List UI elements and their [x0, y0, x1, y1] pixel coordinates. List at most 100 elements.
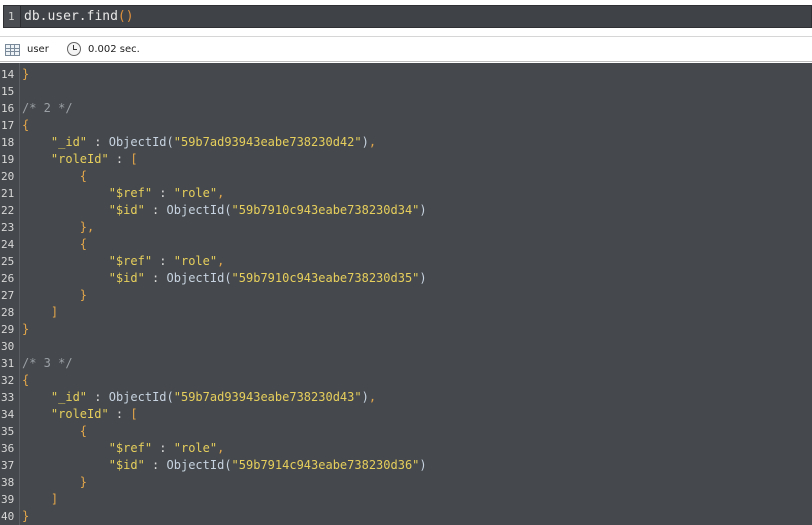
code-token: ObjectId(	[108, 135, 174, 149]
code-token: :	[108, 152, 131, 166]
line-number: 25	[1, 255, 15, 268]
code-text: ]	[22, 491, 58, 508]
code-line: 33 "_id" : ObjectId("59b7ad93943eabe7382…	[0, 389, 812, 406]
code-line: 29}	[0, 321, 812, 338]
line-number: 20	[1, 170, 15, 183]
line-number: 27	[1, 289, 15, 302]
code-token: :	[152, 254, 174, 268]
code-token: )	[361, 390, 369, 404]
query-command: db.user.find	[24, 9, 118, 24]
code-token: }	[79, 288, 88, 302]
code-line: 19 "roleId" : [	[0, 151, 812, 168]
code-line: 22 "$id" : ObjectId("59b7910c943eabe7382…	[0, 202, 812, 219]
line-number: 28	[1, 306, 15, 319]
code-token: )	[419, 271, 427, 285]
code-token: {	[79, 237, 88, 251]
code-token: :	[144, 271, 167, 285]
code-text: }	[22, 287, 87, 304]
line-number: 30	[1, 340, 15, 353]
table-icon[interactable]	[5, 44, 20, 56]
elapsed-time: 0.002 sec.	[88, 44, 140, 55]
code-line: 38 }	[0, 474, 812, 491]
line-number: 37	[1, 459, 15, 472]
code-token: }	[22, 322, 30, 336]
code-token: },	[79, 220, 95, 234]
code-line: 15	[0, 83, 812, 100]
code-token: "$ref"	[108, 254, 153, 268]
code-token: {	[22, 373, 30, 387]
code-line: 17 {	[0, 117, 812, 134]
line-number: 24	[1, 238, 15, 251]
code-token: /* 2 */	[22, 101, 73, 115]
code-text: "$id" : ObjectId("59b7914c943eabe738230d…	[22, 457, 427, 474]
code-token: )	[361, 135, 369, 149]
line-number: 40	[1, 510, 15, 523]
code-token: ObjectId(	[166, 271, 232, 285]
code-line: 23 },	[0, 219, 812, 236]
code-token: "$id"	[108, 203, 145, 217]
line-number: 39	[1, 493, 15, 506]
code-text: "_id" : ObjectId("59b7ad93943eabe738230d…	[22, 389, 376, 406]
code-line: 34 "roleId" : [	[0, 406, 812, 423]
code-token: ]	[50, 305, 59, 319]
line-number: 33	[1, 391, 15, 404]
line-number: 15	[1, 85, 15, 98]
line-number: 38	[1, 476, 15, 489]
code-text: }	[22, 321, 29, 338]
code-token: }	[79, 475, 88, 489]
code-token: ,	[217, 441, 225, 455]
code-line: 40}	[0, 508, 812, 525]
line-number: 14	[1, 68, 15, 81]
result-toolbar: user 0.002 sec.	[0, 36, 812, 62]
code-token: :	[144, 203, 167, 217]
code-token: "_id"	[50, 135, 88, 149]
code-token: "59b7ad93943eabe738230d42"	[173, 135, 362, 149]
query-parens: ()	[117, 9, 134, 24]
code-line: 26 "$id" : ObjectId("59b7910c943eabe7382…	[0, 270, 812, 287]
code-token: "59b7914c943eabe738230d36"	[231, 458, 420, 472]
line-number: 19	[1, 153, 15, 166]
line-number: 21	[1, 187, 15, 200]
code-text: {	[22, 117, 29, 134]
line-number: 23	[1, 221, 15, 234]
code-token: ObjectId(	[166, 203, 232, 217]
code-token: :	[144, 458, 167, 472]
code-line: 36 "$ref" : "role",	[0, 440, 812, 457]
code-token: "59b7910c943eabe738230d35"	[231, 271, 420, 285]
line-number: 35	[1, 425, 15, 438]
code-line: 35 {	[0, 423, 812, 440]
code-text: }	[22, 66, 29, 83]
code-token: ,	[217, 254, 225, 268]
code-text: "$ref" : "role",	[22, 185, 225, 202]
query-editor-area: 1 db.user.find()	[0, 0, 812, 34]
code-line: 25 "$ref" : "role",	[0, 253, 812, 270]
line-number: 31	[1, 357, 15, 370]
code-line: 16 /* 2 */	[0, 100, 812, 117]
code-token: "59b7910c943eabe738230d34"	[231, 203, 420, 217]
query-gutter: 1	[4, 6, 21, 27]
code-text: },	[22, 219, 94, 236]
code-token: "$id"	[108, 271, 145, 285]
code-line: 28 ]	[0, 304, 812, 321]
line-number: 29	[1, 323, 15, 336]
code-text: "$id" : ObjectId("59b7910c943eabe738230d…	[22, 270, 427, 287]
result-editor[interactable]: 14} 15 16/* 2 */17{18 "_id" : ObjectId("59…	[0, 63, 812, 525]
code-token: ,	[368, 390, 377, 404]
code-token: "_id"	[50, 390, 88, 404]
code-text: }	[22, 474, 87, 491]
code-text: {	[22, 372, 29, 389]
code-token: "$ref"	[108, 186, 153, 200]
code-token: {	[79, 424, 88, 438]
code-line: 21 "$ref" : "role",	[0, 185, 812, 202]
code-token: ]	[50, 492, 59, 506]
query-editor[interactable]: 1 db.user.find()	[3, 5, 812, 28]
code-token: )	[419, 203, 427, 217]
code-token: ,	[217, 186, 225, 200]
code-text: /* 2 */	[22, 100, 73, 117]
code-text: "roleId" : [	[22, 406, 138, 423]
code-text: "$ref" : "role",	[22, 440, 225, 457]
code-line: 18 "_id" : ObjectId("59b7ad93943eabe7382…	[0, 134, 812, 151]
code-text: {	[22, 423, 87, 440]
code-token: )	[419, 458, 427, 472]
query-text[interactable]: db.user.find()	[24, 9, 134, 24]
